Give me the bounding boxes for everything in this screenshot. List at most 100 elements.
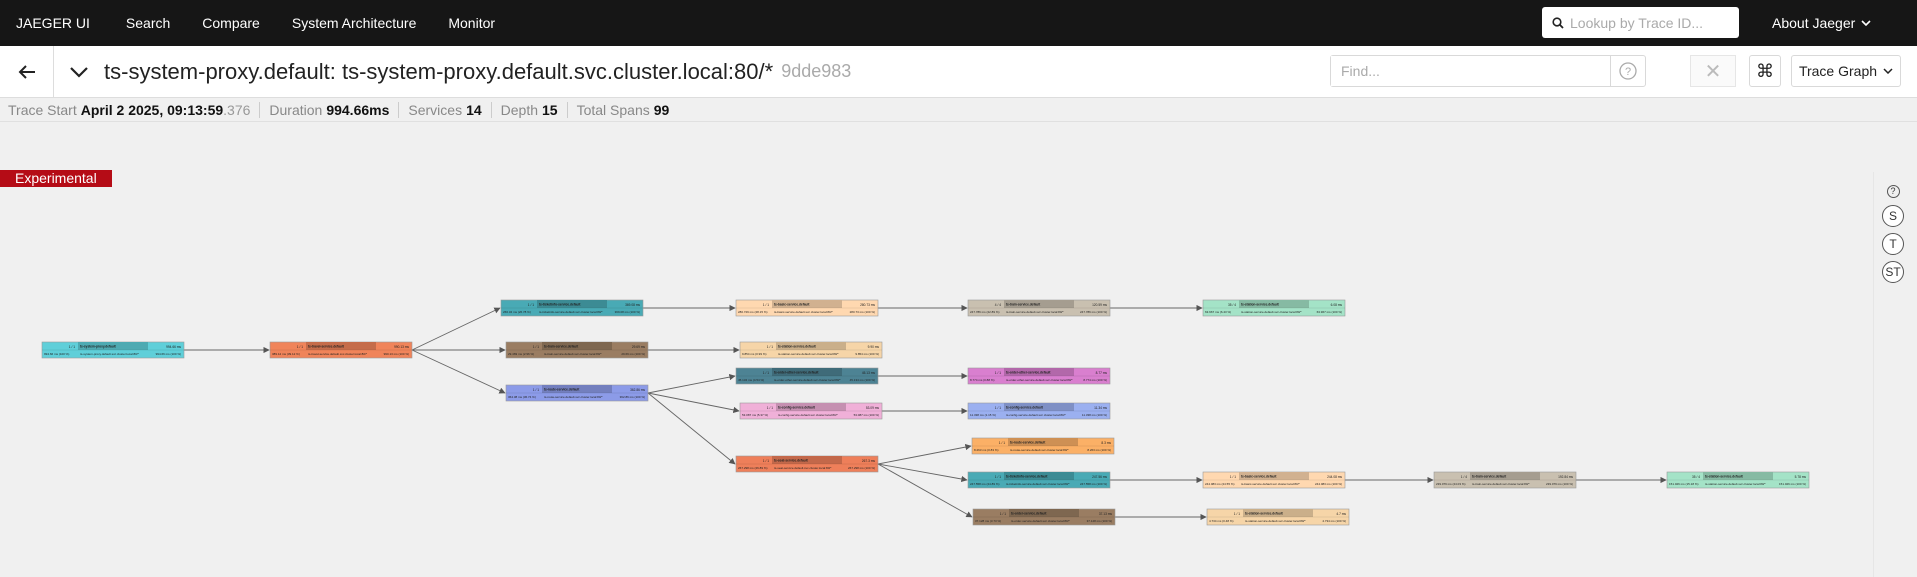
duration-value: 994.66ms <box>326 101 390 118</box>
total-spans-value: 99 <box>653 101 670 118</box>
node-count: 1 / 1 <box>528 303 534 307</box>
duration-label: Duration <box>269 101 323 118</box>
trace-graph-node[interactable]: 1 / 1 ts-config-service.default 11.34 ms 11… <box>967 402 1111 420</box>
trace-graph-node[interactable]: 1 / 1 ts-order-other-service.default 45.13… <box>735 367 879 385</box>
nav-search[interactable]: Search <box>110 0 186 46</box>
trace-graph-node[interactable]: 1 / 1 ts-config-service.default 53.09 ms 53… <box>739 402 883 420</box>
trace-graph-node[interactable]: 35 / 4 ts-station-service.default 5.78 ms 1… <box>1666 471 1810 489</box>
node-service: ts-station-service.default <box>1241 303 1280 307</box>
trace-graph-node[interactable]: 1 / 1 ts-station-service.default 9.90 ms 9.… <box>739 341 883 359</box>
trace-graph-node[interactable]: 1 / 1 ts-system-proxy.default 994.66 ms 994… <box>41 341 185 359</box>
trace-start-value: April 2 2025, 09:13:59 <box>80 101 224 118</box>
node-service: ts-ticketinfo-service.default <box>1006 475 1048 479</box>
node-percent: 239.079 ms (24.03 %) <box>1436 482 1466 486</box>
graph-toolbar: ? S T ST <box>1873 172 1913 577</box>
graph-mode-s-button[interactable]: S <box>1882 205 1904 227</box>
node-self-time: 4.734 ms (100 %) <box>1322 519 1346 523</box>
node-count: 1 / 1 <box>995 406 1001 410</box>
node-self-time: 239.079 ms (100 %) <box>1546 482 1573 486</box>
node-self-time: 244.083 ms (100 %) <box>1315 482 1342 486</box>
trace-graph-node[interactable]: 1 / 1 ts-travel-service.default 990.13 ms 3… <box>269 341 413 359</box>
trace-graph-node[interactable]: 4 / 4 ts-train-service.default 120.59 ms 24… <box>967 299 1111 317</box>
brand-logo-link[interactable]: JAEGER UI <box>0 0 110 46</box>
trace-lookup-input[interactable] <box>1570 14 1730 31</box>
trace-graph-node[interactable]: 1 / 4 ts-train-service.default 192.84 ms 23… <box>1433 471 1577 489</box>
node-time: 53.09 ms <box>866 406 880 410</box>
graph-help-button[interactable]: ? <box>1882 180 1904 202</box>
divider <box>259 101 261 118</box>
node-service: ts-ticketinfo-service.default <box>539 303 581 307</box>
trace-lookup-box <box>1542 7 1739 38</box>
node-self-time: 45.134 ms (100 %) <box>850 378 875 382</box>
node-percent: 266.34 ms (26.78 %) <box>503 310 531 314</box>
back-button[interactable] <box>0 45 54 98</box>
node-operation: ts-train-service.default.svc.cluster.loc… <box>544 352 602 356</box>
trace-graph-node[interactable]: 1 / 1 ts-ticketinfo-service.default 247.56… <box>967 471 1111 489</box>
trace-graph-node[interactable]: 1 / 1 ts-basic-service.default 280.73 ms 28… <box>735 299 879 317</box>
node-service: ts-train-service.default <box>544 345 579 349</box>
trace-graph-node[interactable]: 35 / 4 ts-station-service.default 6.08 ms 6… <box>1202 299 1346 317</box>
depth-value: 15 <box>542 101 558 118</box>
node-service: ts-station-service.default <box>1245 512 1284 516</box>
node-percent: 151.026 ms (15.18 %) <box>1669 482 1699 486</box>
nav-system-architecture[interactable]: System Architecture <box>276 0 433 46</box>
trace-graph-node[interactable]: 1 / 1 ts-train-service.default 29.69 ms 29.… <box>505 341 649 359</box>
node-time: 8.3 ms <box>1101 441 1111 445</box>
nav-compare[interactable]: Compare <box>186 0 276 46</box>
trace-graph[interactable]: 1 / 1 ts-system-proxy.default 994.66 ms 994… <box>0 170 1860 570</box>
clear-search-button[interactable]: ✕ <box>1690 55 1736 87</box>
find-input[interactable] <box>1331 56 1611 86</box>
node-self-time: 247.786 ms (100 %) <box>1080 310 1107 314</box>
node-operation: ts-order-service.default.svc.cluster.loc… <box>1011 519 1071 523</box>
question-circle-icon: ? <box>1619 62 1637 80</box>
trace-graph-node[interactable]: 1 / 1 ts-basic-service.default 244.08 ms 24… <box>1202 471 1346 489</box>
node-percent: 247.558 ms (24.89 %) <box>970 482 1000 486</box>
trace-graph-node[interactable]: 1 / 1 ts-order-other-service.default 8.77 … <box>967 367 1111 385</box>
trace-graph-node[interactable]: 1 / 1 ts-station-service.default 4.7 ms 4.7… <box>1206 508 1350 526</box>
node-time: 994.66 ms <box>166 345 181 349</box>
node-percent: 994.66 ms (100 %) <box>44 352 69 356</box>
svg-text:?: ? <box>1625 66 1631 78</box>
keyboard-shortcuts-button[interactable]: ⌘ <box>1749 55 1781 87</box>
trace-graph-node[interactable]: 1 / 1 ts-seat-service.default 267.3 ms 267.… <box>735 455 879 473</box>
node-service: ts-route-service.default <box>544 388 580 392</box>
graph-edge <box>411 349 506 394</box>
node-self-time: 369.08 ms (100 %) <box>615 310 640 314</box>
node-count: 1 / 1 <box>69 345 75 349</box>
node-time: 247.56 ms <box>1092 475 1107 479</box>
find-help-button[interactable]: ? <box>1610 56 1645 86</box>
question-circle-icon: ? <box>1886 184 1900 198</box>
graph-mode-st-button[interactable]: ST <box>1882 261 1904 283</box>
arrow-left-icon <box>18 64 35 79</box>
about-jaeger-label: About Jaeger <box>1772 15 1856 31</box>
node-count: 4 / 4 <box>995 303 1001 307</box>
node-count: 1 / 1 <box>999 441 1005 445</box>
node-operation: ts-basic-service.default.svc.cluster.loc… <box>774 310 834 314</box>
about-jaeger-menu[interactable]: About Jaeger <box>1756 0 1887 46</box>
node-time: 192.84 ms <box>1558 475 1573 479</box>
node-percent: 280.729 ms (28.15 %) <box>738 310 768 314</box>
node-time: 244.08 ms <box>1327 475 1342 479</box>
graph-mode-t-button[interactable]: T <box>1882 233 1904 255</box>
node-count: 1 / 1 <box>763 459 769 463</box>
trace-graph-node[interactable]: 1 / 1 ts-order-service.default 37.13 ms 37.… <box>972 508 1116 526</box>
divider <box>566 101 568 118</box>
node-count: 1 / 1 <box>533 388 539 392</box>
nav-monitor[interactable]: Monitor <box>432 0 511 46</box>
trace-graph-node[interactable]: 1 / 1 ts-route-service.default 362.86 ms 36… <box>505 384 649 402</box>
trace-graph-node[interactable]: 1 / 1 ts-route-service.default 8.3 ms 8.263… <box>971 437 1115 455</box>
node-percent: 63.967 ms (6.43 %) <box>1205 310 1231 314</box>
node-self-time: 994.66 ms (100 %) <box>156 352 181 356</box>
node-count: 1 / 1 <box>763 303 769 307</box>
node-operation: ts-route-service.default.svc.cluster.loc… <box>544 395 603 399</box>
view-mode-select[interactable]: Trace Graph <box>1791 55 1901 87</box>
node-operation: ts-order-other-service.default.svc.clust… <box>774 378 841 382</box>
collapse-header-button[interactable] <box>54 46 104 98</box>
trace-graph-node[interactable]: 1 / 1 ts-ticketinfo-service.default 369.08… <box>500 299 644 317</box>
node-operation: ts-seat-service.default.svc.cluster.loca… <box>774 466 832 470</box>
depth-label: Depth <box>500 101 539 118</box>
node-operation: ts-train-service.default.svc.cluster.loc… <box>1006 310 1064 314</box>
node-time: 45.13 ms <box>862 371 876 375</box>
node-time: 8.77 ms <box>1096 371 1108 375</box>
divider <box>490 101 492 118</box>
